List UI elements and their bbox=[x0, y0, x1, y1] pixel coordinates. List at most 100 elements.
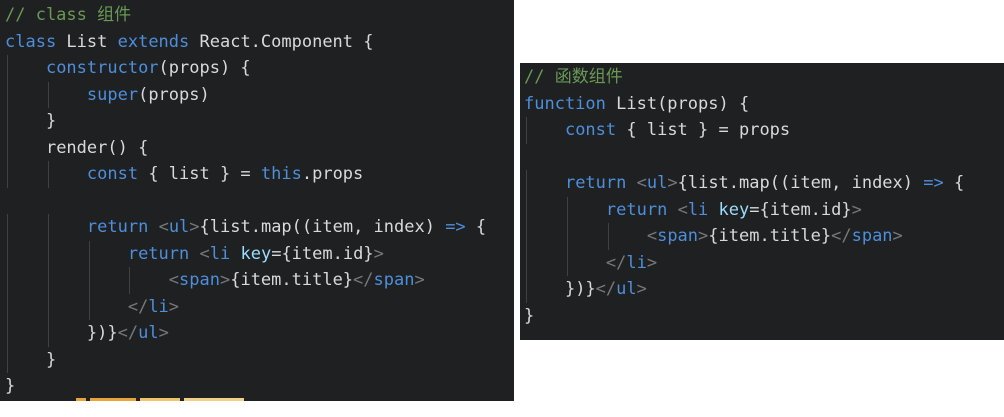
code-token: < bbox=[677, 199, 688, 220]
indent-guide bbox=[526, 223, 527, 250]
indent-guide bbox=[566, 223, 568, 250]
indent-guide bbox=[607, 223, 609, 250]
code-token: span bbox=[373, 270, 415, 290]
indent-guide bbox=[88, 293, 90, 320]
indent-guide bbox=[7, 108, 8, 135]
code-token: { list } = bbox=[616, 120, 739, 140]
code-token: })} bbox=[86, 323, 118, 343]
code-token: List bbox=[56, 31, 118, 52]
code-line: return <li key={item.id}> bbox=[5, 240, 486, 267]
code-token: return bbox=[605, 199, 668, 220]
code-line: const { list } = this.props bbox=[5, 161, 486, 188]
code-line: <span>{item.title}</span> bbox=[524, 223, 964, 250]
code-token: extends bbox=[117, 31, 190, 52]
class-component-code-panel: // class 组件 class List extends React.Comp… bbox=[0, 0, 514, 401]
code-block-class-component: // class 组件 class List extends React.Comp… bbox=[5, 2, 486, 400]
code-token: (props) bbox=[138, 84, 210, 105]
code-line: return <ul>{list.map((item, index) => { bbox=[524, 170, 964, 197]
indent-guide bbox=[47, 81, 49, 108]
code-line: return <li key={item.id}> bbox=[524, 196, 964, 223]
code-line: } bbox=[524, 303, 964, 330]
indent-guide bbox=[47, 293, 49, 320]
indent-guide bbox=[566, 249, 568, 276]
code-token: li bbox=[209, 243, 231, 264]
code-token: > bbox=[219, 270, 231, 290]
code-line: function List(props) { bbox=[524, 91, 964, 118]
code-token: => bbox=[445, 217, 466, 237]
code-token: { bbox=[943, 173, 965, 193]
code-token: > bbox=[667, 173, 678, 193]
code-token: } bbox=[524, 305, 535, 326]
code-token: < bbox=[168, 270, 180, 290]
code-token: > bbox=[373, 243, 384, 264]
code-token: this bbox=[260, 164, 302, 184]
indent-guide bbox=[7, 240, 8, 267]
code-token: // 函数组件 bbox=[524, 67, 623, 87]
code-line: super(props) bbox=[5, 81, 486, 108]
code-line: const { list } = props bbox=[524, 117, 964, 144]
indent-guide bbox=[7, 346, 8, 373]
code-token: > bbox=[646, 252, 658, 273]
code-token: } bbox=[45, 111, 57, 131]
indent-guide bbox=[7, 293, 8, 320]
code-token: const bbox=[86, 164, 139, 184]
indent-guide bbox=[7, 320, 8, 347]
indent-guide bbox=[7, 161, 8, 188]
code-token: </ bbox=[117, 323, 139, 343]
code-token: } bbox=[5, 376, 16, 396]
code-token: ul bbox=[616, 279, 637, 299]
indent-guide bbox=[47, 320, 49, 347]
code-token: props bbox=[738, 120, 791, 140]
code-token: > bbox=[189, 217, 200, 237]
code-token: } bbox=[45, 349, 57, 370]
code-token: > bbox=[414, 270, 425, 290]
code-token: ul bbox=[168, 217, 190, 237]
code-token: {list.map((item, index) bbox=[677, 173, 924, 193]
indent-guide bbox=[526, 276, 527, 303]
code-token: </ bbox=[831, 226, 852, 246]
code-token: < bbox=[199, 243, 210, 264]
code-token: ul bbox=[138, 323, 159, 343]
code-line: } bbox=[5, 346, 486, 373]
indent-guide bbox=[47, 267, 49, 294]
indent-guide bbox=[526, 117, 527, 144]
code-token: </ bbox=[127, 296, 149, 317]
code-token: key bbox=[240, 243, 272, 264]
code-token: render() { bbox=[45, 137, 149, 158]
code-token: > bbox=[851, 199, 862, 220]
code-line: </li> bbox=[524, 249, 964, 276]
code-token: })} bbox=[564, 279, 596, 299]
code-token: function bbox=[524, 93, 606, 114]
code-line: class List extends React.Component { bbox=[5, 29, 486, 56]
code-token: li bbox=[148, 296, 169, 317]
code-token: super bbox=[86, 84, 139, 105]
code-token: span bbox=[657, 226, 699, 246]
code-token: > bbox=[892, 226, 903, 246]
code-token: .props bbox=[301, 164, 364, 184]
code-token: > bbox=[698, 226, 709, 246]
code-token: {list.map((item, index) bbox=[199, 217, 446, 237]
code-token: {item.title} bbox=[230, 270, 354, 290]
code-line: })}</ul> bbox=[524, 276, 964, 303]
code-token: return bbox=[564, 173, 627, 193]
code-token: li bbox=[687, 199, 709, 220]
indent-guide bbox=[566, 196, 568, 223]
code-token: li bbox=[626, 252, 647, 273]
code-token: constructor bbox=[45, 58, 159, 78]
code-token: {item.title} bbox=[708, 226, 832, 246]
code-token: ul bbox=[646, 173, 668, 193]
indent-guide bbox=[7, 134, 8, 161]
code-token: span bbox=[851, 226, 893, 246]
code-token: < bbox=[158, 217, 169, 237]
indent-guide bbox=[47, 240, 49, 267]
code-line: render() { bbox=[5, 134, 486, 161]
code-token: </ bbox=[595, 279, 617, 299]
code-line: return <ul>{list.map((item, index) => { bbox=[5, 214, 486, 241]
code-token: < bbox=[646, 226, 658, 246]
code-line: <span>{item.title}</span> bbox=[5, 267, 486, 294]
